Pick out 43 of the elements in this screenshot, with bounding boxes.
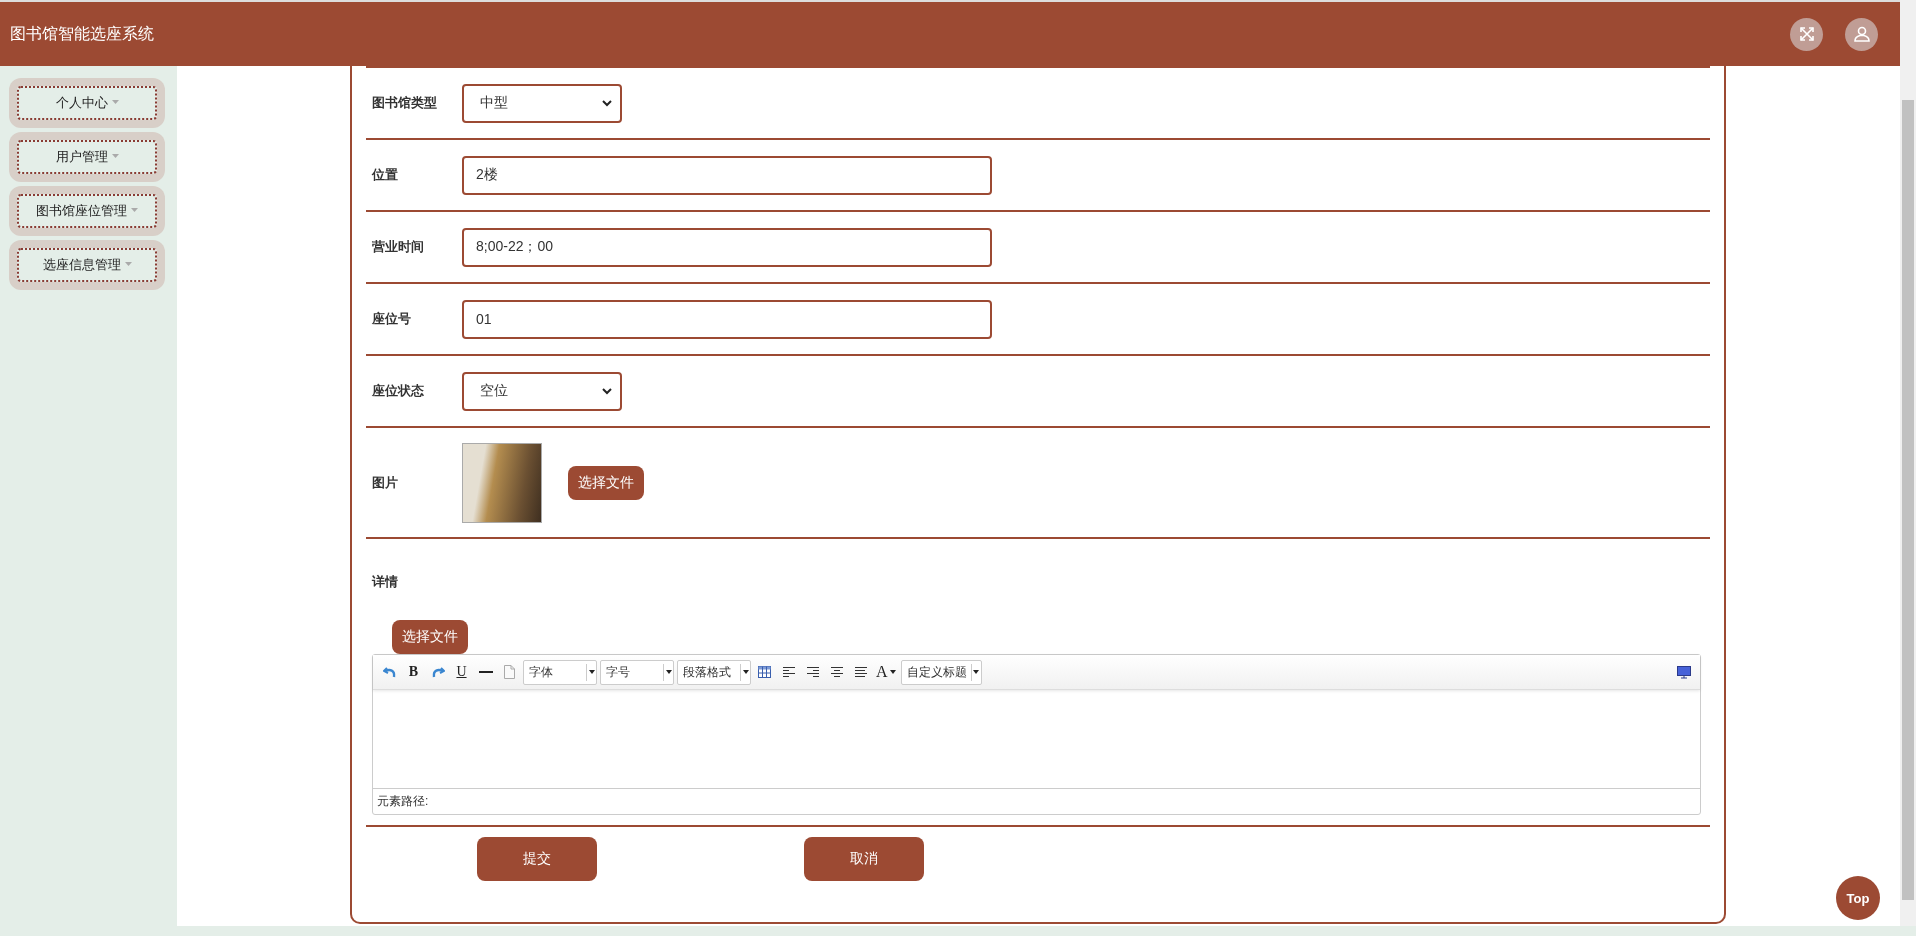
editor-dropdown[interactable]: 自定义标题 — [900, 659, 982, 685]
field-label: 座位号 — [371, 310, 412, 328]
element-path: 元素路径: — [377, 793, 429, 810]
input-field[interactable]: 2楼 — [462, 155, 992, 195]
menu-item[interactable]: 用户管理 — [17, 140, 157, 174]
chevron-down-icon — [602, 387, 612, 395]
editor-dropdown[interactable]: 字体 — [523, 659, 597, 685]
menu-item[interactable]: 个人中心 — [17, 86, 157, 120]
fullscreen-icon[interactable] — [1790, 17, 1823, 51]
editor-dropdown[interactable]: 段落格式 — [677, 659, 751, 685]
user-icon[interactable] — [1845, 17, 1878, 51]
editor-dropdown[interactable]: 字号 — [600, 659, 674, 685]
caret-icon — [111, 154, 119, 158]
input-field[interactable]: 01 — [462, 299, 992, 339]
font-color-button[interactable]: A — [874, 661, 898, 683]
chevron-down-icon — [602, 99, 612, 107]
field-label: 座位状态 — [371, 382, 425, 400]
field-label: 位置 — [370, 166, 399, 184]
cancel-button[interactable]: 取消 — [804, 837, 924, 881]
app-title: 图书馆智能选座系统 — [10, 23, 154, 44]
caret-icon — [742, 670, 749, 674]
scrollbar[interactable] — [1900, 0, 1916, 926]
select-field[interactable]: 空位 — [462, 371, 622, 411]
caret-icon — [111, 100, 119, 104]
field-label: 营业时间 — [371, 238, 425, 256]
caret-icon — [124, 262, 132, 266]
menu-item[interactable]: 图书馆座位管理 — [17, 194, 157, 228]
submit-button[interactable]: 提交 — [477, 837, 597, 881]
menu-item[interactable]: 选座信息管理 — [17, 248, 157, 282]
field-label: 图书馆类型 — [371, 94, 438, 112]
field-label: 图片 — [371, 473, 399, 492]
caret-icon — [131, 208, 138, 212]
caret-icon — [889, 670, 896, 674]
underline-button[interactable]: U — [451, 661, 472, 683]
caret-icon — [665, 670, 672, 674]
input-field[interactable]: 8;00-22；00 — [462, 227, 992, 267]
caret-icon — [588, 670, 595, 674]
choose-file-button[interactable]: 选择文件 — [392, 620, 468, 654]
bold-button[interactable]: B — [403, 661, 424, 683]
select-field[interactable]: 中型 — [462, 83, 622, 123]
choose-file-button[interactable]: 选择文件 — [568, 465, 644, 500]
field-label: 详情 — [372, 573, 399, 591]
caret-icon — [973, 670, 980, 674]
